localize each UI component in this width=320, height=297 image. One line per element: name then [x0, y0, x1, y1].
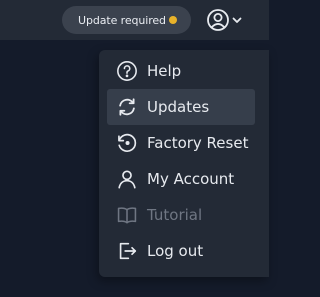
menu-item-label: Log out — [147, 242, 204, 260]
book-icon — [115, 203, 139, 227]
update-status-dot — [169, 16, 177, 24]
menu-item-updates[interactable]: Updates — [107, 89, 255, 125]
menu-item-label: My Account — [147, 170, 235, 188]
chevron-down-icon — [231, 14, 243, 26]
logout-icon — [115, 239, 139, 263]
menu-item-factory-reset[interactable]: Factory Reset — [107, 125, 255, 161]
update-required-label: Update required — [78, 13, 166, 27]
history-reset-icon — [115, 131, 139, 155]
menu-item-tutorial[interactable]: Tutorial — [107, 197, 255, 233]
menu-item-label: Updates — [147, 98, 210, 116]
menu-item-label: Tutorial — [147, 206, 203, 224]
help-circle-icon — [115, 59, 139, 83]
menu-item-label: Help — [147, 62, 182, 80]
update-required-button[interactable]: Update required — [62, 6, 191, 34]
menu-item-help[interactable]: Help — [107, 53, 255, 89]
profile-dropdown-menu: Help Updates Factory Reset My Account Tu… — [99, 50, 269, 277]
user-circle-icon — [206, 8, 230, 32]
menu-item-label: Factory Reset — [147, 134, 249, 152]
top-bar: Update required — [0, 0, 269, 40]
user-icon — [115, 167, 139, 191]
profile-menu-button[interactable] — [206, 6, 246, 34]
menu-item-my-account[interactable]: My Account — [107, 161, 255, 197]
refresh-icon — [115, 95, 139, 119]
menu-item-log-out[interactable]: Log out — [107, 233, 255, 269]
